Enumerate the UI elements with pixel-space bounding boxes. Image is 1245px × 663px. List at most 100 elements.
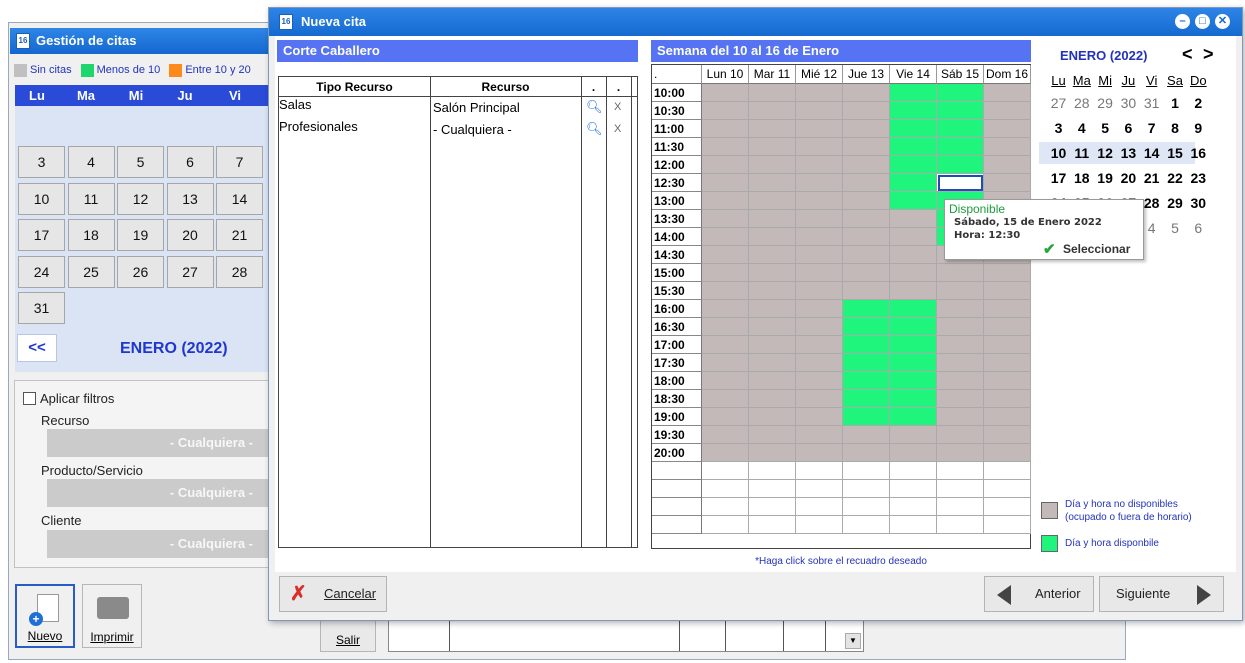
calendar-day[interactable]: 4 <box>1070 117 1093 139</box>
unavailable-time-slot[interactable] <box>890 210 937 228</box>
calendar-day[interactable]: 8 <box>1164 117 1187 139</box>
unavailable-time-slot[interactable] <box>984 264 1031 282</box>
calendar-prev-button[interactable]: < <box>1182 44 1193 65</box>
available-time-slot[interactable] <box>843 300 890 318</box>
unavailable-time-slot[interactable] <box>749 426 796 444</box>
available-time-slot[interactable] <box>890 174 937 192</box>
unavailable-time-slot[interactable] <box>702 174 749 192</box>
product-filter-select[interactable]: - Cualquiera - <box>47 479 273 507</box>
unavailable-time-slot[interactable] <box>796 102 843 120</box>
available-time-slot[interactable] <box>890 372 937 390</box>
unavailable-time-slot[interactable] <box>890 228 937 246</box>
unavailable-time-slot[interactable] <box>984 138 1031 156</box>
day-cell[interactable]: 7 <box>216 146 263 178</box>
unavailable-time-slot[interactable] <box>937 390 984 408</box>
calendar-day[interactable]: 5 <box>1164 217 1187 239</box>
available-time-slot[interactable] <box>937 156 984 174</box>
selected-time-slot[interactable] <box>937 174 984 192</box>
unavailable-time-slot[interactable] <box>843 246 890 264</box>
calendar-day[interactable]: 31 <box>1140 92 1163 114</box>
unavailable-time-slot[interactable] <box>796 246 843 264</box>
unavailable-time-slot[interactable] <box>796 84 843 102</box>
remove-resource-icon[interactable]: X <box>614 101 621 113</box>
unavailable-time-slot[interactable] <box>937 444 984 462</box>
unavailable-time-slot[interactable] <box>843 282 890 300</box>
day-cell[interactable]: 28 <box>216 255 263 288</box>
day-cell[interactable]: 14 <box>216 182 263 215</box>
unavailable-time-slot[interactable] <box>843 174 890 192</box>
unavailable-time-slot[interactable] <box>890 246 937 264</box>
unavailable-time-slot[interactable] <box>796 408 843 426</box>
unavailable-time-slot[interactable] <box>984 300 1031 318</box>
available-time-slot[interactable] <box>937 102 984 120</box>
unavailable-time-slot[interactable] <box>984 174 1031 192</box>
next-week-button[interactable]: Siguiente <box>1099 576 1224 612</box>
available-time-slot[interactable] <box>890 156 937 174</box>
unavailable-time-slot[interactable] <box>702 426 749 444</box>
calendar-day[interactable]: 6 <box>1117 117 1140 139</box>
day-cell[interactable]: 5 <box>117 146 164 178</box>
available-time-slot[interactable] <box>843 354 890 372</box>
unavailable-time-slot[interactable] <box>702 354 749 372</box>
remove-resource-icon[interactable]: X <box>614 123 621 135</box>
unavailable-time-slot[interactable] <box>702 138 749 156</box>
unavailable-time-slot[interactable] <box>702 228 749 246</box>
client-filter-select[interactable]: - Cualquiera - <box>47 530 273 558</box>
unavailable-time-slot[interactable] <box>796 444 843 462</box>
unavailable-time-slot[interactable] <box>749 228 796 246</box>
unavailable-time-slot[interactable] <box>702 102 749 120</box>
unavailable-time-slot[interactable] <box>796 192 843 210</box>
unavailable-time-slot[interactable] <box>749 264 796 282</box>
cancel-button[interactable]: ✗ Cancelar <box>279 576 387 612</box>
calendar-day[interactable]: 15 <box>1164 142 1187 164</box>
unavailable-time-slot[interactable] <box>843 444 890 462</box>
calendar-day[interactable]: 6 <box>1187 217 1210 239</box>
calendar-day[interactable]: 29 <box>1094 92 1117 114</box>
close-icon[interactable]: ✕ <box>1215 14 1230 29</box>
available-time-slot[interactable] <box>937 84 984 102</box>
day-cell[interactable]: 12 <box>117 182 164 215</box>
unavailable-time-slot[interactable] <box>749 444 796 462</box>
unavailable-time-slot[interactable] <box>843 192 890 210</box>
available-time-slot[interactable] <box>890 120 937 138</box>
available-time-slot[interactable] <box>890 84 937 102</box>
calendar-day[interactable]: 18 <box>1070 167 1093 189</box>
unavailable-time-slot[interactable] <box>984 408 1031 426</box>
unavailable-time-slot[interactable] <box>749 336 796 354</box>
day-cell[interactable]: 19 <box>117 219 164 251</box>
unavailable-time-slot[interactable] <box>796 174 843 192</box>
unavailable-time-slot[interactable] <box>702 300 749 318</box>
calendar-day[interactable]: 13 <box>1117 142 1140 164</box>
calendar-day[interactable]: 5 <box>1094 117 1117 139</box>
previous-week-button[interactable]: Anterior <box>984 576 1094 612</box>
calendar-day[interactable]: 14 <box>1140 142 1163 164</box>
day-cell[interactable]: 21 <box>216 219 263 251</box>
unavailable-time-slot[interactable] <box>984 444 1031 462</box>
day-cell[interactable]: 25 <box>67 255 115 288</box>
calendar-day[interactable]: 29 <box>1164 192 1187 214</box>
calendar-day[interactable]: 2 <box>1187 92 1210 114</box>
previous-month-button[interactable]: << <box>17 334 57 362</box>
unavailable-time-slot[interactable] <box>749 390 796 408</box>
day-cell[interactable]: 31 <box>18 292 65 324</box>
unavailable-time-slot[interactable] <box>796 300 843 318</box>
unavailable-time-slot[interactable] <box>702 444 749 462</box>
search-resource-icon[interactable]: 🔍︎ <box>586 121 603 137</box>
unavailable-time-slot[interactable] <box>937 264 984 282</box>
calendar-day[interactable]: 19 <box>1094 167 1117 189</box>
print-button[interactable]: Imprimir <box>82 584 142 648</box>
unavailable-time-slot[interactable] <box>749 318 796 336</box>
unavailable-time-slot[interactable] <box>702 156 749 174</box>
unavailable-time-slot[interactable] <box>843 210 890 228</box>
unavailable-time-slot[interactable] <box>796 138 843 156</box>
calendar-day[interactable]: 7 <box>1140 117 1163 139</box>
unavailable-time-slot[interactable] <box>937 354 984 372</box>
available-time-slot[interactable] <box>843 408 890 426</box>
unavailable-time-slot[interactable] <box>702 336 749 354</box>
calendar-day[interactable]: 30 <box>1117 92 1140 114</box>
unavailable-time-slot[interactable] <box>796 120 843 138</box>
unavailable-time-slot[interactable] <box>702 372 749 390</box>
available-time-slot[interactable] <box>843 390 890 408</box>
day-cell[interactable]: 27 <box>166 255 214 288</box>
unavailable-time-slot[interactable] <box>890 264 937 282</box>
